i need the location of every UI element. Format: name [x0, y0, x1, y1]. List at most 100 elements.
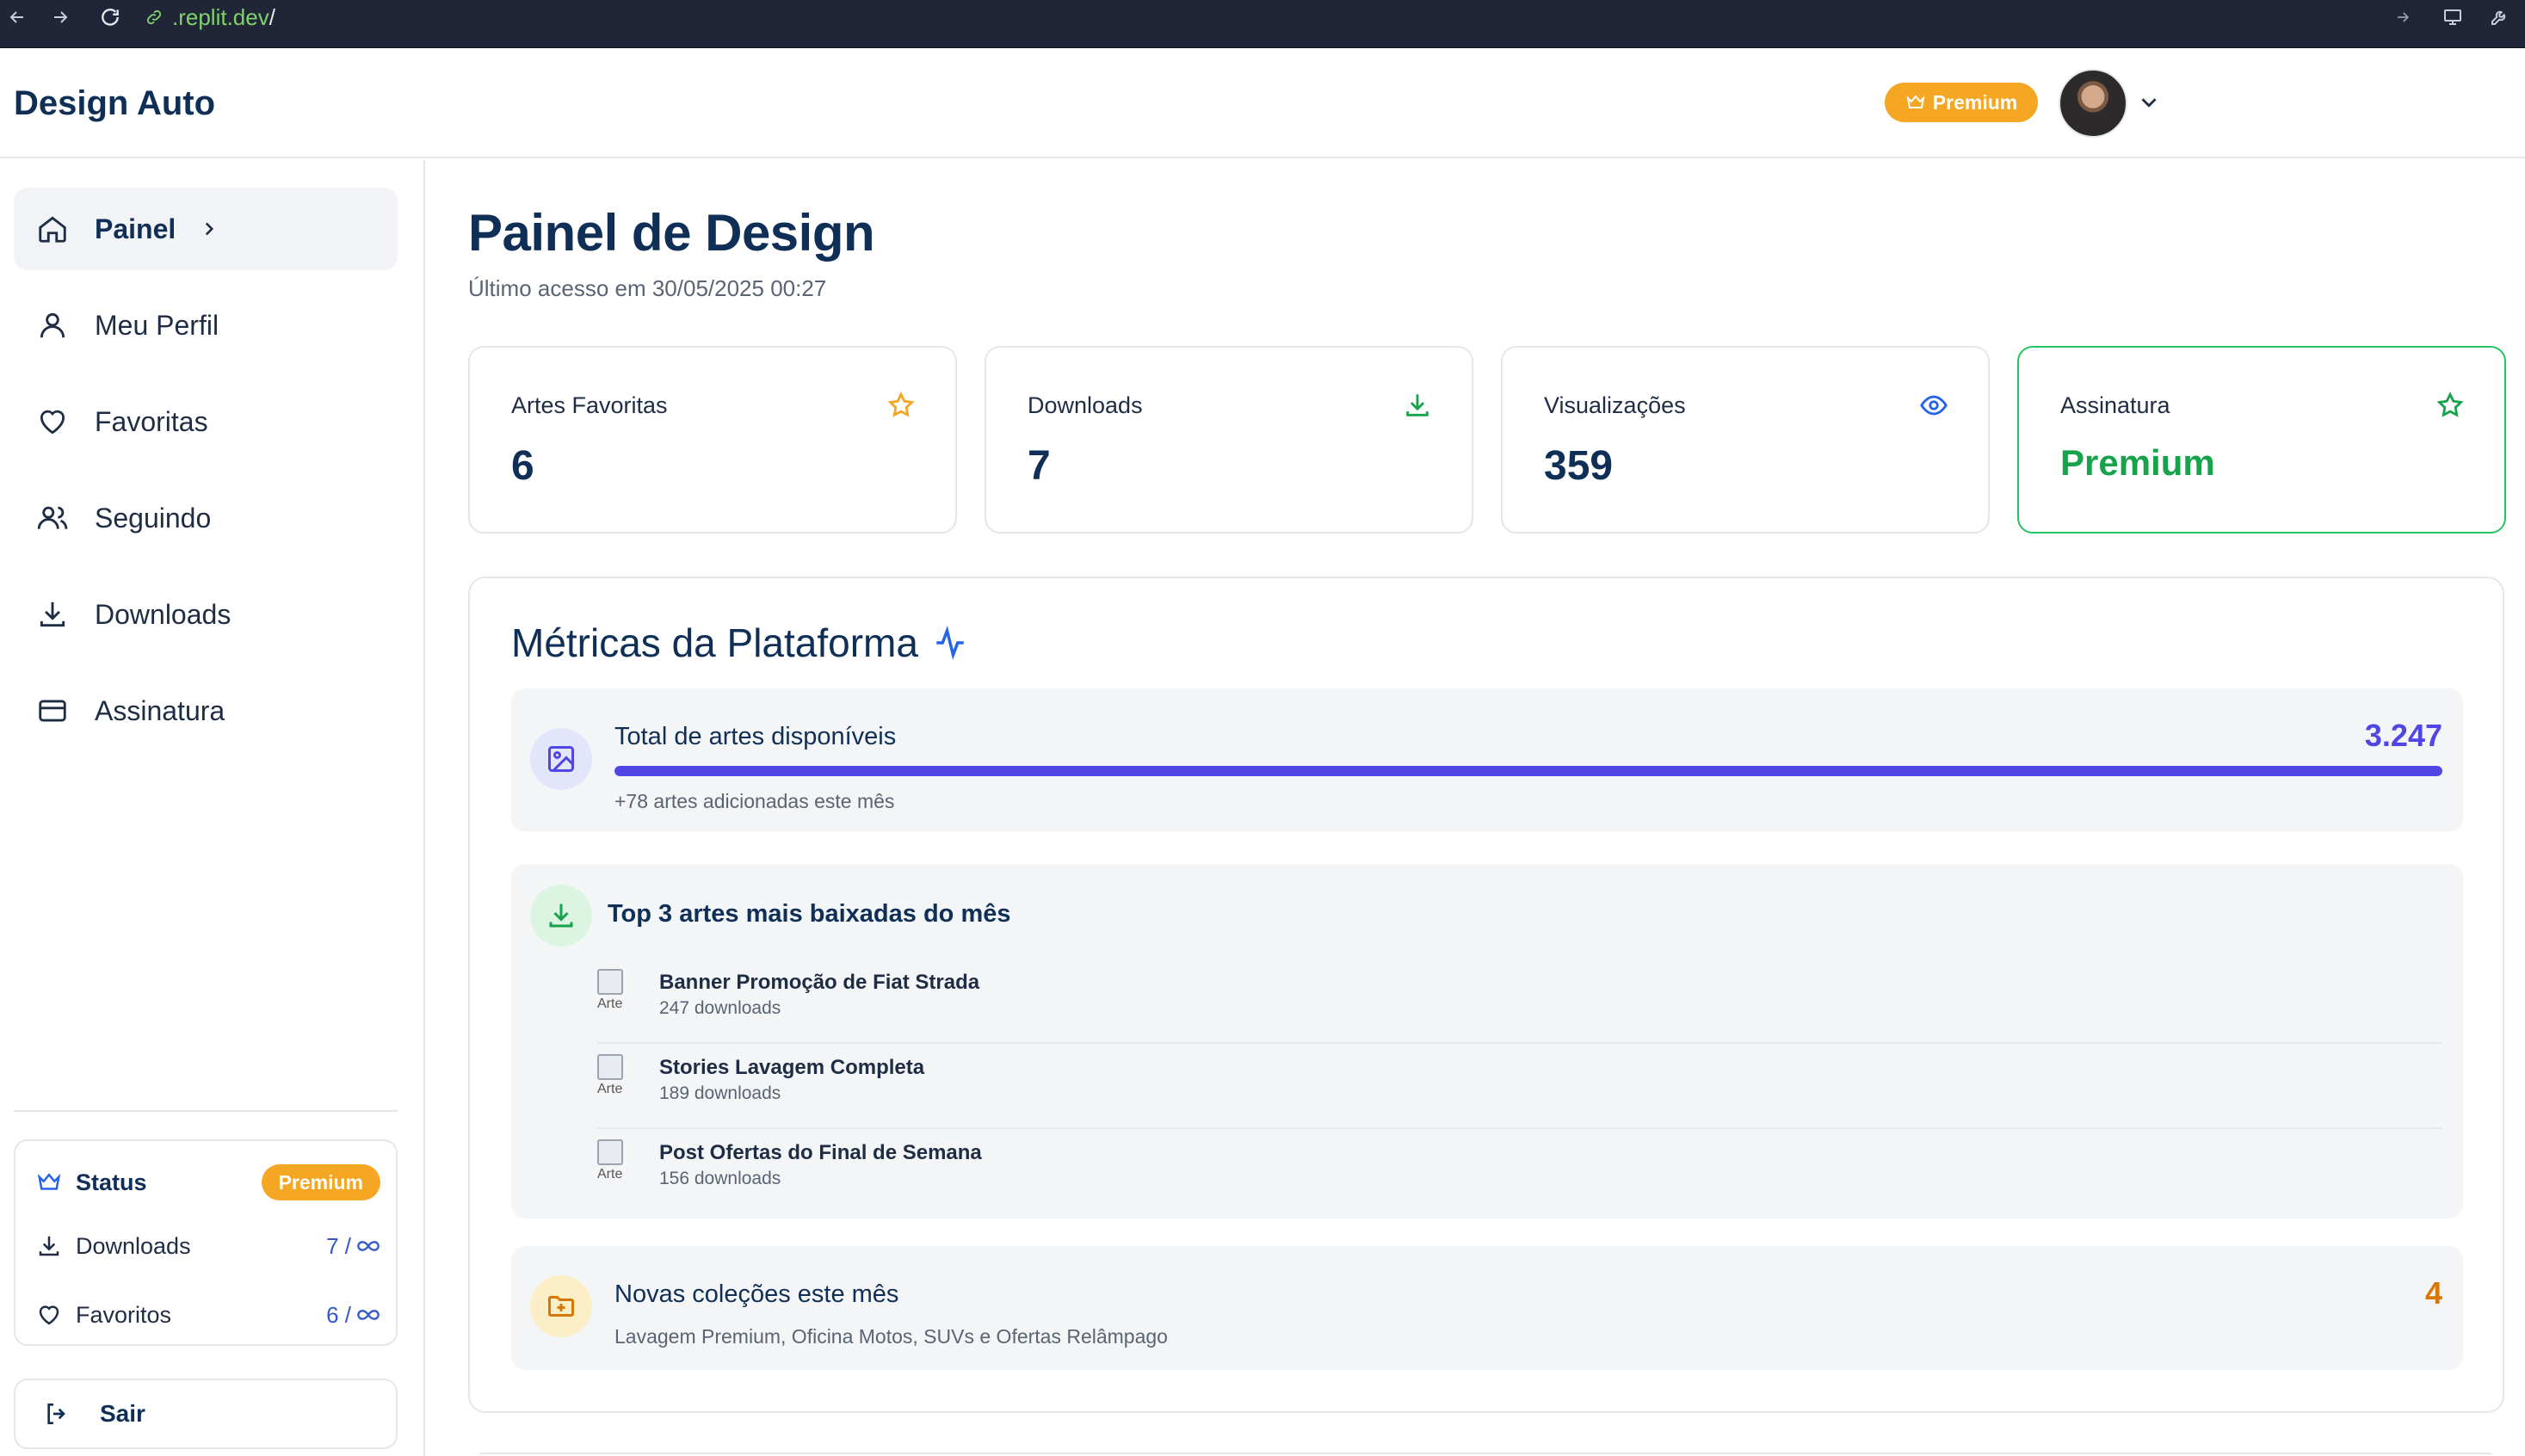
sidebar-item-label: Favoritas — [95, 405, 208, 437]
list-item[interactable]: Arte Post Ofertas do Final de Semana 156… — [597, 1129, 2442, 1214]
top-artes-panel: Top 3 artes mais baixadas do mês Arte Ba… — [511, 864, 2463, 1218]
stat-card-downloads[interactable]: Downloads 7 — [985, 346, 1473, 534]
status-downloads-label: Downloads — [76, 1232, 191, 1259]
total-artes-note: +78 artes adicionadas este mês — [614, 790, 895, 812]
crown-icon — [37, 1173, 61, 1190]
folder-plus-icon — [530, 1275, 592, 1337]
star-icon — [2436, 391, 2464, 417]
stat-value: 7 — [1028, 443, 1051, 489]
crown-icon — [1906, 95, 1925, 108]
heart-icon — [39, 1305, 59, 1325]
stat-value: 6 — [511, 443, 534, 489]
progress-fill — [614, 766, 2442, 776]
next-card-edge — [478, 1453, 2492, 1456]
list-item[interactable]: Arte Stories Lavagem Completa 189 downlo… — [597, 1044, 2442, 1129]
status-row-plan: Status Premium — [36, 1163, 380, 1201]
sidebar-item-meu-perfil[interactable]: Meu Perfil — [14, 284, 398, 367]
sidebar-item-favoritas[interactable]: Favoritas — [14, 380, 398, 463]
logout-label: Sair — [100, 1400, 145, 1427]
art-title: Banner Promoção de Fiat Strada — [659, 971, 980, 994]
avatar[interactable] — [2059, 69, 2127, 138]
sidebar-item-label: Painel — [95, 213, 176, 244]
image-icon — [530, 728, 592, 790]
logout-button[interactable]: Sair — [14, 1379, 398, 1449]
stat-label: Assinatura — [2060, 392, 2170, 418]
sidebar-item-label: Assinatura — [95, 694, 225, 726]
art-thumbnail: Arte — [597, 1139, 645, 1186]
status-row-favoritos: Favoritos 6 / — [36, 1296, 380, 1334]
status-badge: Premium — [261, 1164, 380, 1200]
status-downloads-value: 7 / — [326, 1232, 351, 1259]
address-bar[interactable]: .replit.dev/ — [145, 2, 275, 33]
art-downloads: 247 downloads — [659, 998, 781, 1018]
eye-icon — [1920, 395, 1948, 416]
wrench-icon[interactable] — [2482, 0, 2516, 34]
top-artes-label: Top 3 artes mais baixadas do mês — [608, 900, 1011, 928]
status-title: Status — [76, 1169, 147, 1195]
forward-icon[interactable] — [43, 0, 77, 34]
browser-toolbar: .replit.dev/ — [0, 0, 2525, 48]
art-downloads: 156 downloads — [659, 1169, 781, 1188]
user-icon — [40, 312, 65, 338]
novas-colecoes-label: Novas coleções este mês — [614, 1280, 899, 1308]
total-artes-panel: Total de artes disponíveis 3.247 +78 art… — [511, 688, 2463, 831]
chevron-right-icon — [206, 222, 214, 236]
sidebar-item-label: Meu Perfil — [95, 309, 219, 341]
status-card: Status Premium Downloads 7 / Favoritos 6… — [14, 1139, 398, 1346]
stat-value: Premium — [2060, 442, 2215, 483]
total-artes-value: 3.247 — [2364, 718, 2442, 753]
sidebar-item-label: Seguindo — [95, 502, 212, 534]
sidebar-divider — [14, 1110, 398, 1112]
novas-colecoes-panel: Novas coleções este mês 4 Lavagem Premiu… — [511, 1246, 2463, 1370]
users-icon — [37, 506, 68, 529]
metrics-card: Métricas da Plataforma Total de artes di… — [468, 577, 2504, 1413]
infinity-icon — [357, 1241, 380, 1251]
metrics-title: Métricas da Plataforma — [511, 620, 968, 666]
activity-icon — [936, 626, 964, 660]
download-icon — [39, 1236, 59, 1256]
go-icon[interactable] — [2386, 0, 2420, 34]
logout-icon — [47, 1404, 65, 1424]
home-icon — [39, 216, 66, 243]
art-downloads: 189 downloads — [659, 1083, 781, 1103]
total-artes-progress — [614, 766, 2442, 776]
devices-icon[interactable] — [2435, 0, 2470, 34]
url-host: .replit.dev — [172, 3, 269, 30]
art-title: Stories Lavagem Completa — [659, 1056, 925, 1079]
brand-logo[interactable]: Design Auto — [14, 84, 215, 123]
sidebar-item-assinatura[interactable]: Assinatura — [14, 669, 398, 752]
last-access-text: Último acesso em 30/05/2025 00:27 — [468, 275, 827, 301]
heart-icon — [40, 410, 65, 435]
status-row-downloads: Downloads 7 / — [36, 1227, 380, 1265]
chevron-down-icon[interactable] — [2136, 89, 2162, 115]
metrics-title-text: Métricas da Plataforma — [511, 620, 918, 665]
sidebar-item-painel[interactable]: Painel — [14, 188, 398, 270]
sidebar-item-downloads[interactable]: Downloads — [14, 573, 398, 656]
link-icon — [146, 9, 162, 25]
stat-label: Visualizações — [1544, 392, 1686, 418]
download-icon — [1406, 394, 1429, 416]
art-thumbnail: Arte — [597, 969, 645, 1015]
stat-card-assinatura[interactable]: Assinatura Premium — [2017, 346, 2506, 534]
stat-label: Artes Favoritas — [511, 392, 668, 418]
back-icon[interactable] — [0, 0, 34, 34]
stat-value: 359 — [1544, 443, 1614, 489]
download-icon — [530, 885, 592, 947]
premium-badge-label: Premium — [1932, 90, 2018, 114]
stat-card-visualizacoes[interactable]: Visualizações 359 — [1501, 346, 1990, 534]
stat-card-favoritas[interactable]: Artes Favoritas 6 — [468, 346, 957, 534]
sidebar-item-seguindo[interactable]: Seguindo — [14, 477, 398, 559]
page-title: Painel de Design — [468, 204, 875, 262]
infinity-icon — [357, 1310, 380, 1320]
novas-colecoes-value: 4 — [2424, 1275, 2442, 1311]
list-item[interactable]: Arte Banner Promoção de Fiat Strada 247 … — [597, 959, 2442, 1044]
star-icon — [887, 391, 915, 417]
credit-card-icon — [39, 700, 66, 722]
reload-icon[interactable] — [93, 0, 127, 34]
novas-colecoes-note: Lavagem Premium, Oficina Motos, SUVs e O… — [614, 1325, 1168, 1348]
app-header: Design Auto Premium — [0, 48, 2525, 158]
url-path: / — [269, 3, 275, 30]
sidebar: Painel Meu Perfil Favoritas Seguindo Dow… — [0, 160, 425, 1456]
premium-badge[interactable]: Premium — [1885, 83, 2038, 122]
art-thumbnail: Arte — [597, 1054, 645, 1101]
